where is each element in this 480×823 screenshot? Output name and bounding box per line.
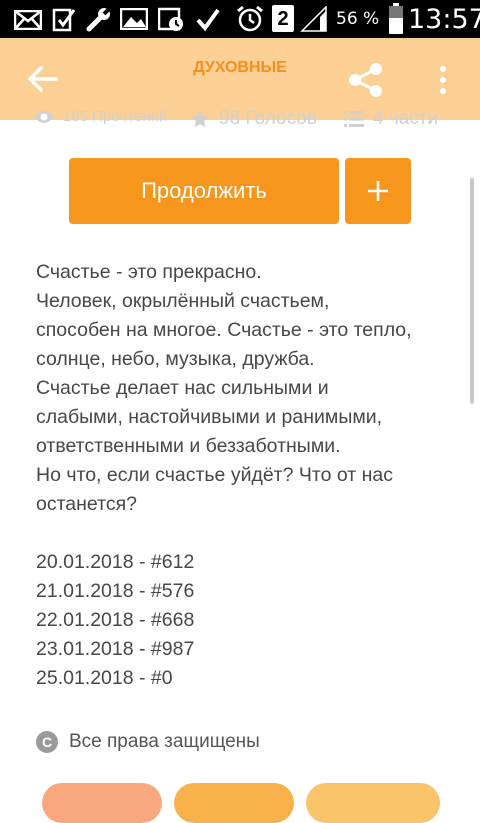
back-arrow-icon[interactable] — [26, 62, 60, 96]
battery-percent: 56 % — [336, 9, 380, 29]
sim-icon: 2 — [272, 5, 294, 32]
parts-count: 4 части — [373, 108, 439, 129]
continue-reading-button[interactable]: Продолжить — [69, 158, 339, 224]
story-line: слабыми, настойчивыми и ранимыми, — [36, 406, 383, 428]
copyright-icon: C — [36, 731, 58, 753]
clock: 13:57 — [408, 4, 480, 35]
calendar-icon — [158, 7, 183, 31]
date-entry: 20.01.2018 - #612 — [36, 551, 195, 573]
eye-icon — [34, 110, 54, 123]
date-entry: 21.01.2018 - #576 — [36, 580, 195, 602]
tag-chip[interactable] — [174, 783, 294, 823]
signal-icon — [300, 6, 327, 32]
date-entry: 22.01.2018 - #668 — [36, 609, 195, 631]
add-to-library-button[interactable]: + — [345, 158, 411, 224]
story-line: Человек, окрылённый счастьем, — [36, 290, 330, 312]
story-stats: 185 Прочтений 98 Голосов 4 части — [0, 108, 480, 136]
parts-stat: 4 части — [344, 108, 438, 130]
tag-chip[interactable] — [306, 783, 440, 823]
story-line: способен на многое. Счастье - это тепло, — [36, 319, 412, 341]
sim-badge: 2 — [277, 8, 289, 30]
votes-count: 98 Голосов — [219, 108, 317, 129]
wrench-icon — [86, 6, 112, 32]
image-icon — [120, 8, 148, 30]
star-icon — [191, 110, 209, 128]
story-line: Счастье делает нас сильными и — [36, 377, 329, 399]
alarm-icon — [237, 5, 263, 32]
scrollbar[interactable] — [470, 178, 474, 404]
share-icon[interactable] — [346, 60, 386, 100]
reads-stat: 185 Прочтений — [33, 108, 167, 125]
story-line: солнце, небо, музыка, дружба. — [36, 348, 315, 370]
checklist-icon — [52, 8, 76, 32]
story-text: Счастье - это прекрасно. Человек, окрылё… — [36, 258, 466, 693]
battery-icon — [389, 3, 403, 34]
story-line: Но что, если счастье уйдёт? Что от нас — [36, 464, 393, 486]
votes-stat: 98 Голосов — [190, 108, 317, 130]
date-entry: 23.01.2018 - #987 — [36, 638, 195, 660]
copyright-notice: C Все права защищены — [36, 729, 260, 755]
copyright-text: Все права защищены — [69, 731, 260, 752]
story-line: останется? — [36, 493, 137, 515]
status-bar: 2 56 % 13:57 — [0, 0, 480, 38]
reads-count: 185 Прочтений — [63, 108, 168, 125]
list-icon — [344, 111, 364, 127]
mail-icon — [14, 10, 42, 30]
page-title: ДУХОВНЫЕ — [193, 59, 287, 76]
check-icon — [196, 8, 220, 32]
date-entry: 25.01.2018 - #0 — [36, 667, 173, 689]
tag-chip[interactable] — [42, 783, 162, 823]
story-line: Счастье - это прекрасно. — [36, 261, 262, 283]
more-options-icon[interactable] — [436, 64, 450, 96]
story-line: ответственными и беззаботными. — [36, 435, 341, 457]
plus-icon — [368, 181, 388, 201]
